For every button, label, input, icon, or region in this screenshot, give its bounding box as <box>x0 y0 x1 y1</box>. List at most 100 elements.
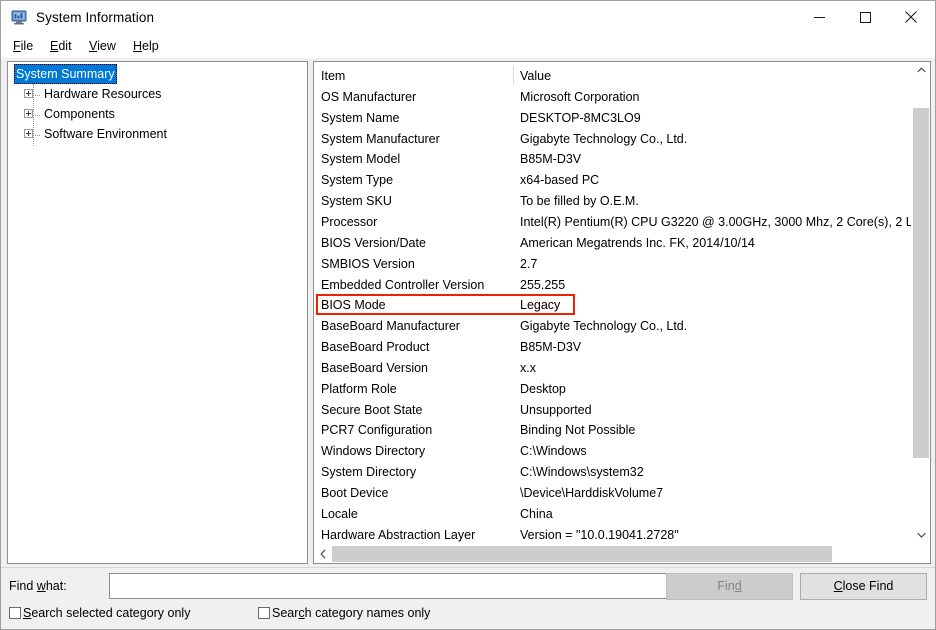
menu-item-edit[interactable]: Edit <box>45 38 77 54</box>
table-row[interactable]: System Name DESKTOP-8MC3LO9 <box>314 109 912 130</box>
row-item-cell: OS Manufacturer <box>321 89 417 104</box>
table-row[interactable]: BaseBoard Version x.x <box>314 359 912 380</box>
row-value-cell: Unsupported <box>520 402 592 417</box>
scroll-left-icon[interactable] <box>314 545 332 563</box>
horizontal-scrollbar-thumb[interactable] <box>332 546 832 562</box>
row-item-cell: Hardware Abstraction Layer <box>321 527 476 542</box>
row-item-cell: System Directory <box>321 465 417 480</box>
row-item-cell: System Manufacturer <box>321 131 440 146</box>
table-row[interactable]: Secure Boot State Unsupported <box>314 401 912 422</box>
row-value-cell: DESKTOP-8MC3LO9 <box>520 110 641 125</box>
row-item-cell: System SKU <box>321 194 392 209</box>
row-value-cell: Desktop <box>520 381 566 396</box>
details-list-panel[interactable]: Item Value OS Manufacturer Microsoft Corpor… <box>313 61 931 564</box>
search-selected-category-checkbox[interactable]: Search selected category only <box>9 606 190 620</box>
row-item-cell: BaseBoard Manufacturer <box>321 319 460 334</box>
row-value-cell: China <box>520 506 553 521</box>
system-information-window: System Information File Edit View Help S… <box>0 0 936 630</box>
expand-plus-icon[interactable] <box>24 129 33 139</box>
row-item-cell: Secure Boot State <box>321 402 423 417</box>
checkbox-icon[interactable] <box>258 607 270 619</box>
window-title: System Information <box>36 10 155 25</box>
row-value-cell: x64-based PC <box>520 173 600 188</box>
table-row[interactable]: System SKU To be filled by O.E.M. <box>314 192 912 213</box>
menu-item-help[interactable]: Help <box>128 38 164 54</box>
tree-item-software-environment[interactable]: Software Environment <box>8 124 307 144</box>
menu-help-rest: elp <box>142 39 159 53</box>
row-value-cell: Gigabyte Technology Co., Ltd. <box>520 319 688 334</box>
search-category-names-checkbox[interactable]: Search category names only <box>258 606 430 620</box>
tree-item-software-environment-label: Software Environment <box>44 127 167 141</box>
menu-view-rest: iew <box>97 39 116 53</box>
menu-item-view[interactable]: View <box>84 38 121 54</box>
vertical-scrollbar-thumb[interactable] <box>913 108 929 458</box>
table-row[interactable]: Processor Intel(R) Pentium(R) CPU G3220 @… <box>314 213 912 234</box>
row-value-cell: B85M-D3V <box>520 152 582 167</box>
row-value-cell: Binding Not Possible <box>520 423 636 438</box>
minimize-button[interactable] <box>796 1 842 33</box>
row-item-cell: Locale <box>321 506 358 521</box>
menu-bar: File Edit View Help <box>1 34 935 58</box>
table-row[interactable]: Windows Directory C:\Windows <box>314 442 912 463</box>
tree-item-hardware-resources[interactable]: Hardware Resources <box>8 84 307 104</box>
table-row[interactable]: Hardware Abstraction Layer Version = "10.… <box>314 526 912 545</box>
table-row[interactable]: PCR7 Configuration Binding Not Possible <box>314 421 912 442</box>
table-row[interactable]: OS Manufacturer Microsoft Corporation <box>314 88 912 109</box>
tree-item-components[interactable]: Components <box>8 104 307 124</box>
close-find-button[interactable]: Close Find <box>800 573 927 600</box>
expand-plus-icon[interactable] <box>24 109 33 119</box>
table-row[interactable]: BIOS Version/Date American Megatrends Inc… <box>314 234 912 255</box>
find-input[interactable] <box>109 573 689 599</box>
table-row[interactable]: System Manufacturer Gigabyte Technology C… <box>314 130 912 151</box>
row-value-cell: \Device\HarddiskVolume7 <box>520 486 664 500</box>
row-value-cell: To be filled by O.E.M. <box>520 194 639 209</box>
table-row[interactable]: Boot Device \Device\HarddiskVolume7 <box>314 484 912 505</box>
row-value-cell: American Megatrends Inc. FK, 2014/10/14 <box>520 235 755 250</box>
row-item-cell: BIOS Mode <box>321 298 386 313</box>
close-button[interactable] <box>888 1 934 33</box>
find-button[interactable]: Find <box>666 573 793 600</box>
row-value-cell: C:\Windows <box>520 444 587 459</box>
table-row[interactable]: Locale China <box>314 505 912 526</box>
table-row[interactable]: BaseBoard Manufacturer Gigabyte Technolog… <box>314 317 912 338</box>
horizontal-scrollbar[interactable] <box>314 544 930 563</box>
row-item-cell: PCR7 Configuration <box>321 423 433 438</box>
title-bar: System Information <box>1 1 935 34</box>
row-item-cell: System Name <box>321 110 400 125</box>
scroll-down-icon[interactable] <box>912 527 930 545</box>
maximize-button[interactable] <box>842 1 888 33</box>
row-value-cell: Intel(R) Pentium(R) CPU G3220 @ 3.00GHz,… <box>520 214 912 229</box>
search-selected-category-label: Search selected category only <box>23 606 191 620</box>
table-row[interactable]: Platform Role Desktop <box>314 380 912 401</box>
tree-item-system-summary[interactable]: System Summary <box>8 64 307 84</box>
row-item-cell: BaseBoard Product <box>321 340 430 355</box>
category-tree-panel[interactable]: System Summary Hardware Resources Compon… <box>7 61 308 564</box>
details-list-viewport: Item Value OS Manufacturer Microsoft Corpor… <box>314 62 912 545</box>
tree-item-components-label: Components <box>44 107 115 121</box>
menu-item-file[interactable]: File <box>8 38 38 54</box>
row-value-cell: Gigabyte Technology Co., Ltd. <box>520 131 688 146</box>
table-row[interactable]: BIOS Mode Legacy <box>314 296 912 317</box>
vertical-scrollbar[interactable] <box>911 62 930 545</box>
column-header-item: Item <box>321 69 346 83</box>
row-value-cell: Legacy <box>520 298 561 313</box>
system-information-icon <box>11 10 28 25</box>
row-item-cell: Boot Device <box>321 486 389 500</box>
expand-plus-icon[interactable] <box>24 89 33 99</box>
row-value-cell: 255.255 <box>520 277 566 292</box>
row-value-cell: 2.7 <box>520 256 538 271</box>
table-row[interactable]: BaseBoard Product B85M-D3V <box>314 338 912 359</box>
row-value-cell: B85M-D3V <box>520 340 582 355</box>
table-row[interactable]: SMBIOS Version 2.7 <box>314 255 912 276</box>
menu-file-rest: ile <box>20 39 34 53</box>
scroll-up-icon[interactable] <box>912 62 930 80</box>
table-row[interactable]: System Model B85M-D3V <box>314 150 912 171</box>
checkbox-icon[interactable] <box>9 607 21 619</box>
table-row[interactable]: Embedded Controller Version 255.255 <box>314 276 912 297</box>
table-row[interactable]: System Type x64-based PC <box>314 171 912 192</box>
row-item-cell: SMBIOS Version <box>321 256 415 271</box>
row-item-cell: Windows Directory <box>321 444 426 459</box>
table-row[interactable]: System Directory C:\Windows\system32 <box>314 463 912 484</box>
row-item-cell: BIOS Version/Date <box>321 235 426 250</box>
tree-item-system-summary-label: System Summary <box>14 64 117 84</box>
